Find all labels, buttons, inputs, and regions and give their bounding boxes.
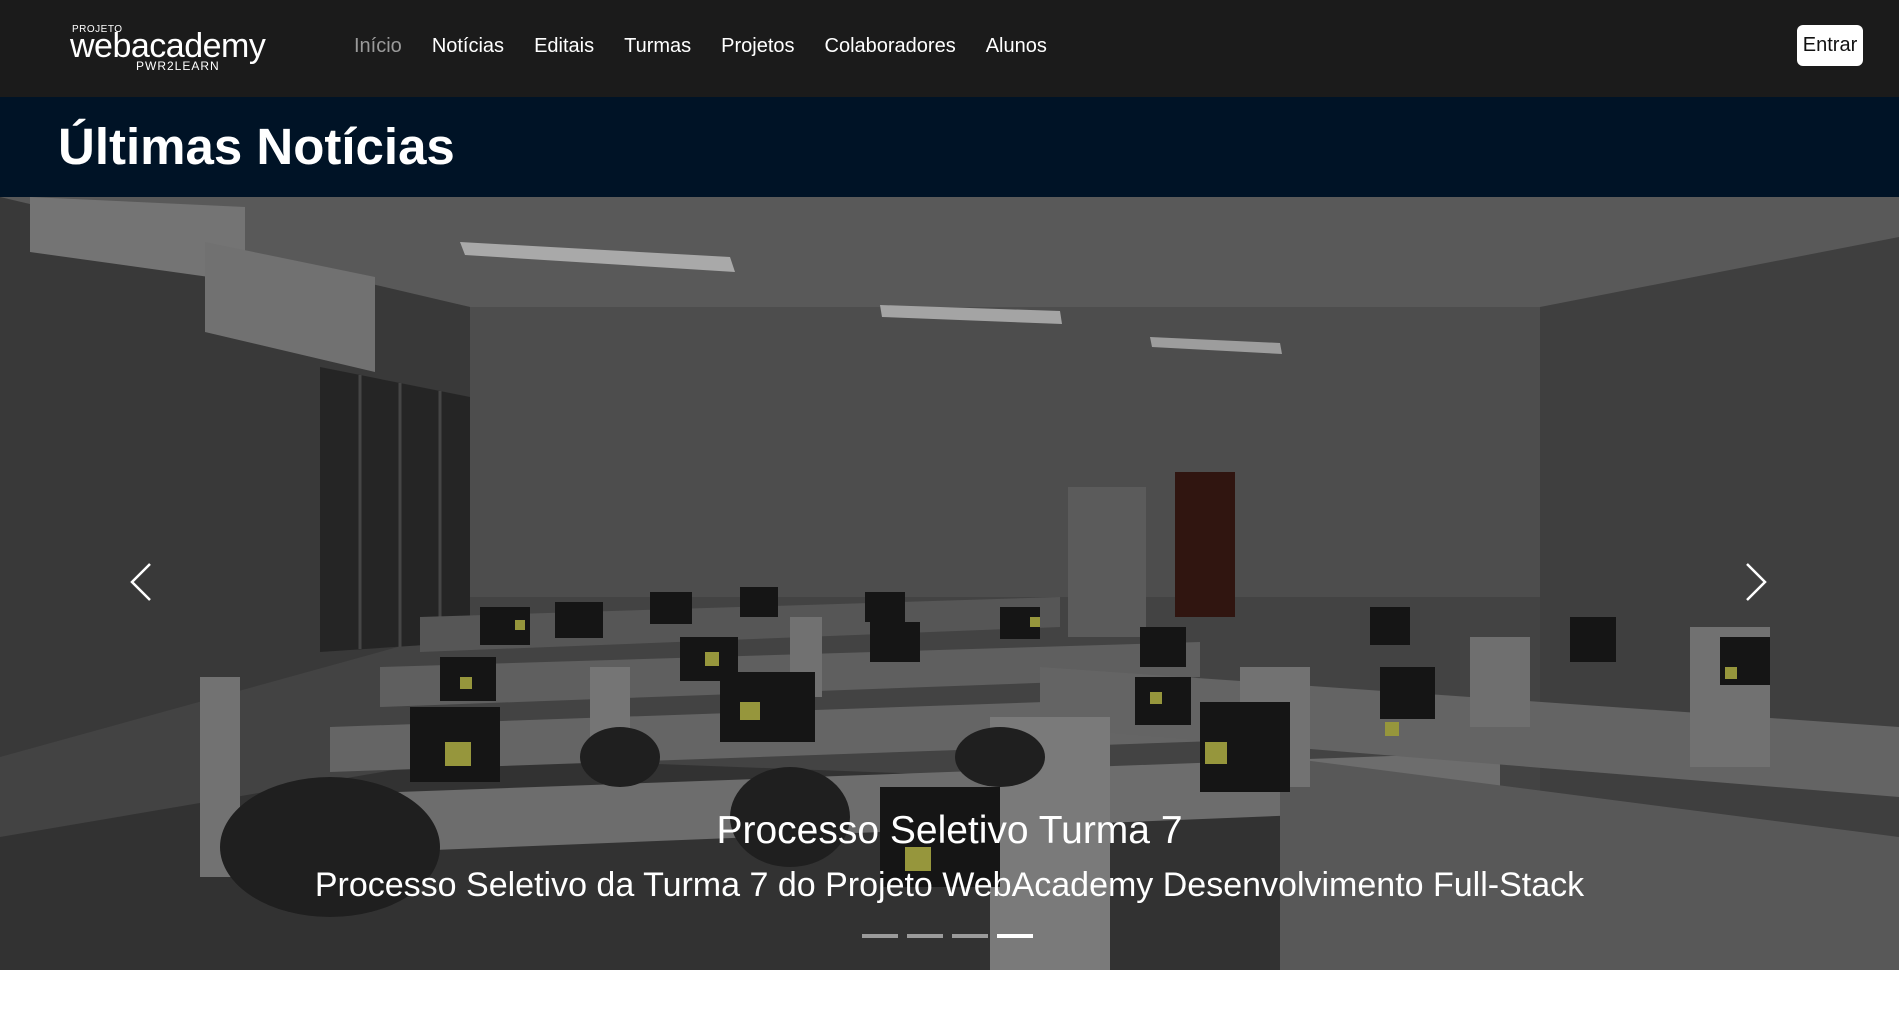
chevron-right-icon	[1746, 563, 1767, 601]
news-title-band: Últimas Notícias	[0, 97, 1899, 197]
page-title: Últimas Notícias	[58, 118, 455, 175]
carousel-indicator-2[interactable]	[907, 934, 943, 938]
slide-caption: Processo Seletivo Turma 7 Processo Selet…	[0, 809, 1899, 905]
carousel-indicator-4[interactable]	[997, 934, 1033, 938]
nav-link-alunos[interactable]: Alunos	[986, 33, 1047, 59]
slide-caption-title: Processo Seletivo Turma 7	[716, 809, 1183, 852]
login-button[interactable]: Entrar	[1797, 25, 1863, 66]
nav-link-turmas[interactable]: Turmas	[624, 33, 691, 59]
news-carousel: Processo Seletivo Turma 7 Processo Selet…	[0, 197, 1899, 970]
main-nav: Início Notícias Editais Turmas Projetos …	[354, 33, 1077, 59]
carousel-next-button[interactable]	[1727, 547, 1787, 617]
logo-sub-text: PWR2LEARN	[136, 59, 220, 73]
carousel-indicator-1[interactable]	[862, 934, 898, 938]
brand-logo[interactable]: PROJETO webacademy PWR2LEARN	[70, 22, 290, 74]
nav-link-editais[interactable]: Editais	[534, 33, 594, 59]
nav-link-noticias[interactable]: Notícias	[432, 33, 504, 59]
chevron-left-icon	[130, 563, 151, 601]
nav-link-projetos[interactable]: Projetos	[721, 33, 794, 59]
slide-caption-text: Processo Seletivo da Turma 7 do Projeto …	[314, 866, 1585, 904]
page: PROJETO webacademy PWR2LEARN Início Notí…	[0, 0, 1899, 1015]
nav-link-inicio[interactable]: Início	[354, 33, 402, 59]
carousel-indicators	[862, 934, 1042, 938]
carousel-prev-button[interactable]	[110, 547, 170, 617]
carousel-indicator-3[interactable]	[952, 934, 988, 938]
navbar: PROJETO webacademy PWR2LEARN Início Notí…	[0, 0, 1899, 97]
nav-link-colaboradores[interactable]: Colaboradores	[825, 33, 956, 59]
